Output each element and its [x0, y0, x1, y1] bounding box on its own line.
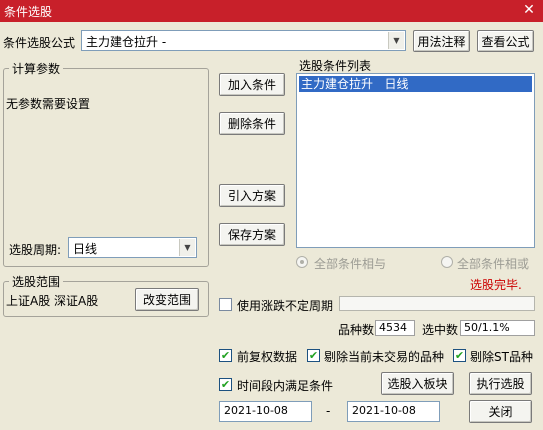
selected-value: 50/1.1% [460, 320, 535, 336]
formula-select[interactable]: 主力建仓拉升 - ▼ [81, 30, 406, 51]
close-icon[interactable]: ✕ [521, 3, 537, 18]
forward-adjusted-checkbox[interactable]: ✔ [219, 349, 232, 362]
save-scheme-button[interactable]: 保存方案 [219, 223, 285, 246]
status-text: 选股完毕. [470, 278, 522, 292]
execute-selection-button[interactable]: 执行选股 [469, 372, 532, 395]
title-bar: 条件选股 ✕ [0, 0, 543, 22]
usage-notes-button[interactable]: 用法注释 [413, 30, 470, 52]
irregular-period-checkbox[interactable] [219, 298, 232, 311]
formula-label: 条件选股公式 [3, 36, 76, 50]
all-or-label: 全部条件相或 [457, 257, 530, 271]
exclude-st-checkbox[interactable]: ✔ [453, 349, 466, 362]
selected-label: 选中数 [422, 323, 459, 337]
period-label: 选股周期: [9, 243, 62, 257]
progress-bar [339, 296, 535, 311]
all-or-radio[interactable] [441, 256, 453, 268]
chevron-down-icon[interactable]: ▼ [388, 32, 404, 49]
count-label: 品种数 [338, 323, 375, 337]
conditions-list-label: 选股条件列表 [299, 59, 372, 73]
period-select-value: 日线 [73, 242, 98, 256]
time-range-checkbox[interactable]: ✔ [219, 378, 232, 391]
list-item[interactable]: 主力建仓拉升 日线 [299, 76, 532, 92]
range-markets: 上证A股 深证A股 [6, 294, 99, 308]
window-title: 条件选股 [4, 4, 53, 19]
start-date-picker[interactable]: 2021-10-08 [219, 401, 312, 422]
add-to-block-button[interactable]: 选股入板块 [381, 372, 454, 395]
conditions-list[interactable]: 主力建仓拉升 日线 [296, 73, 535, 248]
range-group-title: 选股范围 [9, 273, 64, 290]
date-separator: - [326, 404, 331, 418]
view-formula-button[interactable]: 查看公式 [477, 30, 534, 52]
change-range-button[interactable]: 改变范围 [135, 288, 199, 311]
params-group-title: 计算参数 [9, 60, 64, 77]
delete-condition-button[interactable]: 删除条件 [219, 112, 285, 135]
end-date-picker[interactable]: 2021-10-08 [347, 401, 440, 422]
count-value: 4534 [375, 320, 415, 336]
formula-select-value: 主力建仓拉升 - [86, 35, 167, 49]
all-and-label: 全部条件相与 [314, 257, 387, 271]
forward-adjusted-label: 前复权数据 [237, 350, 298, 364]
close-button[interactable]: 关闭 [469, 400, 532, 423]
exclude-untraded-checkbox[interactable]: ✔ [307, 349, 320, 362]
add-condition-button[interactable]: 加入条件 [219, 73, 285, 96]
import-scheme-button[interactable]: 引入方案 [219, 184, 285, 207]
chevron-down-icon[interactable]: ▼ [179, 239, 195, 256]
irregular-period-label: 使用涨跌不定周期 [237, 299, 334, 313]
all-and-radio[interactable] [296, 256, 308, 268]
no-params-text: 无参数需要设置 [6, 97, 91, 111]
period-select[interactable]: 日线 ▼ [68, 237, 197, 258]
time-range-label: 时间段内满足条件 [237, 379, 334, 393]
exclude-untraded-label: 剔除当前未交易的品种 [324, 350, 445, 364]
exclude-st-label: 剔除ST品种 [470, 350, 533, 364]
condition-stock-picker-window: 条件选股 ✕ 条件选股公式 主力建仓拉升 - ▼ 用法注释 查看公式 计算参数 … [0, 0, 543, 430]
